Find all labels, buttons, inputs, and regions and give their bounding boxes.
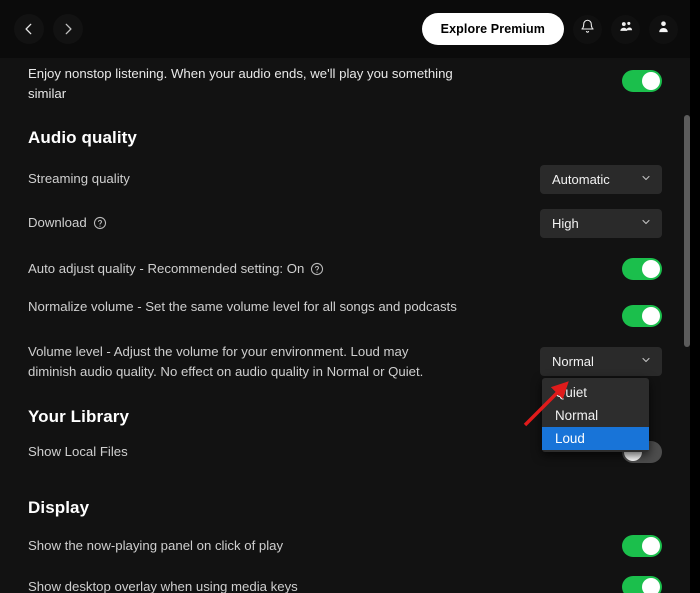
forward-button[interactable] [53, 14, 83, 44]
toggle-knob [642, 578, 660, 593]
nav-buttons [14, 14, 83, 44]
download-quality-select[interactable]: High [540, 208, 662, 238]
label-auto-adjust-quality: Auto adjust quality - Recommended settin… [28, 259, 324, 279]
chevron-right-icon [61, 22, 75, 36]
autoplay-toggle[interactable] [622, 70, 662, 92]
download-quality-value: High [552, 215, 579, 231]
explore-premium-button[interactable]: Explore Premium [421, 13, 564, 45]
now-playing-panel-toggle[interactable] [622, 535, 662, 557]
auto-adjust-quality-toggle[interactable] [622, 258, 662, 280]
menu-item-quiet[interactable]: Quiet [542, 381, 649, 404]
streaming-quality-value: Automatic [552, 171, 610, 187]
toggle-knob [642, 72, 660, 90]
row-auto-adjust-quality: Auto adjust quality - Recommended settin… [28, 251, 662, 287]
notifications-button[interactable] [573, 14, 602, 44]
chevron-down-icon [640, 354, 652, 369]
top-bar: Explore Premium [0, 0, 690, 58]
bell-icon [580, 19, 595, 39]
help-icon[interactable] [93, 216, 107, 230]
help-icon[interactable] [310, 262, 324, 276]
label-download-text: Download [28, 215, 87, 230]
label-show-local-files: Show Local Files [28, 444, 128, 459]
chevron-left-icon [22, 22, 36, 36]
volume-level-select[interactable]: Normal [540, 347, 662, 376]
label-desktop-overlay: Show desktop overlay when using media ke… [28, 579, 298, 593]
label-volume-level: Volume level - Adjust the volume for you… [28, 344, 424, 379]
profile-button[interactable] [649, 14, 678, 44]
row-now-playing-panel: Show the now-playing panel on click of p… [28, 528, 662, 564]
autoplay-toggle-slot [622, 70, 662, 92]
spotify-settings-window: Explore Premium Enjoy nonstop listening.… [0, 0, 700, 593]
row-desktop-overlay: Show desktop overlay when using media ke… [28, 569, 662, 593]
autoplay-description: Enjoy nonstop listening. When your audio… [28, 66, 453, 101]
row-normalize-volume: Normalize volume - Set the same volume l… [28, 297, 662, 333]
autoplay-row: Enjoy nonstop listening. When your audio… [28, 58, 662, 106]
menu-item-loud[interactable]: Loud [542, 427, 649, 450]
menu-item-normal[interactable]: Normal [542, 404, 649, 427]
normalize-toggle-slot [622, 305, 662, 327]
person-icon [656, 19, 671, 39]
label-auto-adjust-text: Auto adjust quality - Recommended settin… [28, 261, 305, 276]
top-bar-actions: Explore Premium [421, 13, 678, 45]
toggle-knob [642, 307, 660, 325]
section-title-audio-quality: Audio quality [28, 128, 137, 147]
row-volume-level: Volume level - Adjust the volume for you… [28, 342, 662, 452]
volume-level-value: Normal [552, 354, 594, 369]
chevron-down-icon [640, 216, 652, 231]
row-download-quality: Download High [28, 205, 662, 241]
now-playing-toggle-slot [622, 535, 662, 557]
row-streaming-quality: Streaming quality Automatic [28, 161, 662, 197]
window-right-gutter [690, 0, 700, 593]
toggle-knob [642, 537, 660, 555]
label-streaming-quality: Streaming quality [28, 171, 130, 186]
section-title-display: Display [28, 498, 90, 517]
volume-level-select-wrap: Normal Quiet Normal Loud [540, 347, 662, 452]
auto-adjust-toggle-slot [622, 258, 662, 280]
desktop-overlay-toggle-slot [622, 576, 662, 593]
settings-content: Enjoy nonstop listening. When your audio… [0, 58, 690, 593]
label-normalize-volume: Normalize volume - Set the same volume l… [28, 299, 457, 314]
friend-activity-button[interactable] [611, 14, 640, 44]
volume-level-dropdown-menu: Quiet Normal Loud [542, 378, 649, 452]
normalize-volume-toggle[interactable] [622, 305, 662, 327]
desktop-overlay-toggle[interactable] [622, 576, 662, 593]
back-button[interactable] [14, 14, 44, 44]
friends-icon [618, 19, 634, 39]
label-download: Download [28, 213, 107, 233]
toggle-knob [642, 260, 660, 278]
streaming-quality-select[interactable]: Automatic [540, 164, 662, 194]
label-now-playing-panel: Show the now-playing panel on click of p… [28, 538, 284, 553]
chevron-down-icon [640, 172, 652, 187]
